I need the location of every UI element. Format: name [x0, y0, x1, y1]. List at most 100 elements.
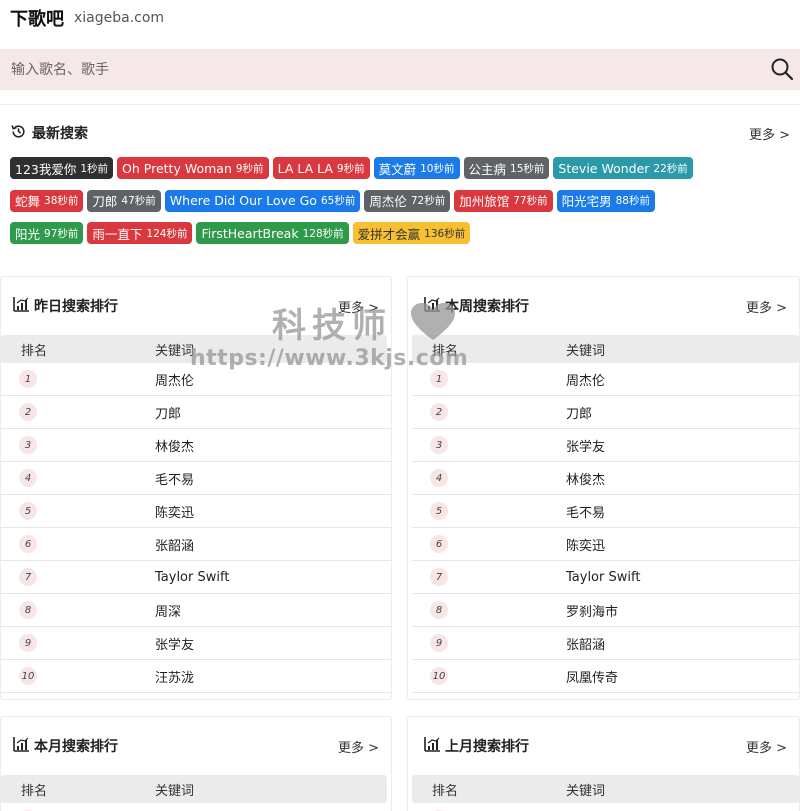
- yesterday-more-link[interactable]: 更多 >: [338, 297, 379, 316]
- recent-search-tag[interactable]: 爱拼才会赢 136秒前: [352, 222, 471, 244]
- recent-search-tag[interactable]: FirstHeartBreak 128秒前: [196, 222, 349, 244]
- recent-search-tag[interactable]: Stevie Wonder 22秒前: [553, 157, 693, 179]
- rank-cell: 6: [1, 535, 155, 553]
- tag-time: 38秒前: [44, 195, 79, 207]
- last-month-more-link[interactable]: 更多 >: [746, 737, 787, 756]
- yesterday-rows: 1 周杰伦 2 刀郎 3 林俊杰 4 毛不易 5 陈奕迅 6 张韶涵 7 Taylor Swift 8 周深 9…: [1, 363, 391, 693]
- keyword-column-header: 关键词: [566, 343, 606, 359]
- table-row[interactable]: 3 林俊杰: [1, 429, 391, 462]
- table-row[interactable]: 7 Taylor Swift: [412, 561, 799, 594]
- week-more-link[interactable]: 更多 >: [746, 297, 787, 316]
- table-row[interactable]: 10 凤凰传奇: [412, 660, 799, 693]
- month-more-link[interactable]: 更多 >: [338, 737, 379, 756]
- rank-badge: 10: [430, 667, 448, 685]
- keyword-cell: 林俊杰: [566, 472, 606, 488]
- month-ranking-panel: 本月搜索排行 更多 > 排名 关键词 1周杰伦: [0, 716, 392, 811]
- recent-search-tag[interactable]: 周杰伦 72秒前: [364, 189, 451, 212]
- bar-chart-icon: [13, 296, 34, 316]
- recent-search-tag[interactable]: 阳光 97秒前: [10, 222, 84, 244]
- table-row[interactable]: 1周杰伦: [1, 803, 391, 811]
- table-row[interactable]: 6 陈奕迅: [412, 528, 799, 561]
- search-input[interactable]: [0, 49, 740, 90]
- table-row[interactable]: 4 林俊杰: [412, 462, 799, 495]
- table-row[interactable]: 8 罗刹海市: [412, 594, 799, 627]
- table-header: 排名 关键词: [412, 775, 799, 803]
- site-logo[interactable]: 下歌吧: [10, 5, 64, 31]
- tag-time: 128秒前: [302, 227, 344, 240]
- table-row[interactable]: 7 Taylor Swift: [1, 561, 391, 594]
- rank-badge: 6: [430, 535, 448, 553]
- table-row[interactable]: 10 汪苏泷: [1, 660, 391, 693]
- table-row[interactable]: 1周杰伦: [412, 363, 799, 396]
- rank-cell: 4: [1, 469, 155, 487]
- tag-time: 124秒前: [146, 227, 188, 240]
- keyword-column-header: 关键词: [155, 343, 195, 359]
- site-domain: xiageba.com: [74, 10, 165, 26]
- table-row[interactable]: 9 张韶涵: [412, 627, 799, 660]
- bar-chart-icon: [424, 736, 445, 756]
- rank-badge: 2: [430, 403, 448, 421]
- table-row[interactable]: 4 毛不易: [1, 462, 391, 495]
- tag-keyword: 蛇舞: [15, 194, 41, 209]
- recent-search-tag[interactable]: Oh Pretty Woman 9秒前: [117, 157, 269, 179]
- rank-cell: 1: [1, 370, 155, 388]
- recent-search-tag[interactable]: 雨一直下 124秒前: [87, 222, 193, 244]
- recent-search-tag[interactable]: 莫文蔚 10秒前: [373, 157, 460, 179]
- tag-keyword: 公主病: [468, 161, 507, 177]
- last-month-ranking-header: 上月搜索排行 更多 >: [408, 717, 799, 775]
- recent-search-section: 最新搜索 更多 > 123我爱你 1秒前 Oh Pretty Woman 9秒前 LA …: [0, 104, 800, 254]
- table-row[interactable]: 9 张学友: [1, 627, 391, 660]
- keyword-column-header: 关键词: [566, 783, 606, 799]
- recent-search-title: 最新搜索: [10, 123, 88, 144]
- rank-badge: 6: [19, 535, 37, 553]
- recent-search-tag[interactable]: LA LA LA 9秒前: [272, 157, 370, 179]
- rank-badge: 7: [430, 568, 448, 586]
- week-ranking-title: 本周搜索排行: [424, 296, 529, 316]
- rank-cell: 10: [412, 667, 566, 685]
- table-row[interactable]: 1周杰伦: [1, 363, 391, 396]
- tag-keyword: 123我爱你: [15, 161, 77, 177]
- tag-keyword: 周杰伦: [369, 194, 407, 209]
- rank-cell: 2: [1, 403, 155, 421]
- table-row[interactable]: 5 陈奕迅: [1, 495, 391, 528]
- recent-search-tag[interactable]: 公主病 15秒前: [463, 157, 550, 179]
- table-row[interactable]: 3 张学友: [412, 429, 799, 462]
- table-row[interactable]: 8 周深: [1, 594, 391, 627]
- recent-more-link[interactable]: 更多 >: [749, 124, 790, 143]
- recent-search-tag[interactable]: 阳光宅男 88秒前: [556, 189, 655, 212]
- keyword-cell: 周杰伦: [155, 373, 195, 389]
- tag-row: 123我爱你 1秒前 Oh Pretty Woman 9秒前 LA LA LA 9秒前 莫文…: [10, 157, 790, 179]
- table-row[interactable]: 6 张韶涵: [1, 528, 391, 561]
- table-row[interactable]: 5 毛不易: [412, 495, 799, 528]
- table-row[interactable]: 2 刀郎: [1, 396, 391, 429]
- search-bar: [0, 49, 800, 90]
- table-row[interactable]: 2 刀郎: [412, 396, 799, 429]
- tag-time: 1秒前: [80, 162, 109, 175]
- month-rows: 1周杰伦: [1, 803, 391, 811]
- last-month-ranking-panel: 上月搜索排行 更多 > 排名 关键词 1周杰伦: [407, 716, 800, 811]
- tag-time: 136秒前: [424, 227, 466, 240]
- bar-chart-icon: [424, 296, 445, 316]
- keyword-cell: Taylor Swift: [155, 569, 230, 585]
- tag-keyword: Where Did Our Love Go: [169, 193, 317, 208]
- bar-chart-icon: [13, 736, 34, 756]
- recent-search-tag[interactable]: Where Did Our Love Go 65秒前: [164, 189, 361, 212]
- tag-time: 9秒前: [235, 162, 264, 175]
- history-icon: [10, 123, 32, 144]
- tag-time: 15秒前: [510, 162, 545, 175]
- recent-search-tag[interactable]: 123我爱你 1秒前: [10, 157, 114, 179]
- keyword-cell: 毛不易: [566, 505, 606, 521]
- rank-badge: 3: [19, 436, 37, 454]
- rank-cell: 7: [412, 568, 566, 586]
- keyword-cell: 张学友: [566, 439, 606, 455]
- recent-search-tag[interactable]: 蛇舞 38秒前: [10, 189, 84, 212]
- keyword-cell: 汪苏泷: [155, 670, 195, 686]
- recent-search-tag[interactable]: 刀郎 47秒前: [87, 189, 161, 212]
- search-icon[interactable]: [770, 57, 794, 81]
- table-row[interactable]: 1周杰伦: [412, 803, 799, 811]
- recent-search-tag[interactable]: 加州旅馆 77秒前: [454, 189, 553, 212]
- keyword-cell: 毛不易: [155, 472, 195, 488]
- tag-time: 88秒前: [615, 195, 650, 207]
- week-ranking-label: 本周搜索排行: [445, 299, 529, 315]
- tag-keyword: 阳光宅男: [561, 194, 612, 209]
